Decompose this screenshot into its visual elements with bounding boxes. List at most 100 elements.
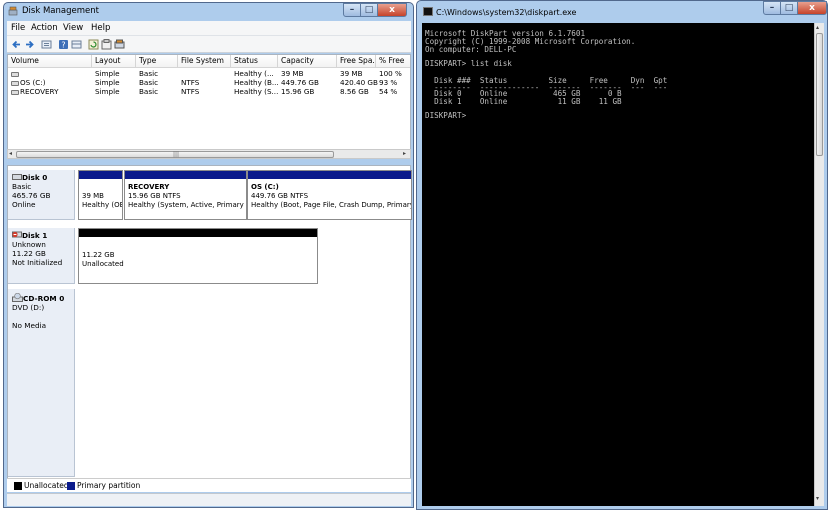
table-row[interactable]: Simple Basic Healthy (... 39 MB 39 MB 10… — [8, 69, 410, 78]
minimize-button[interactable]: – — [763, 1, 781, 15]
partition-name: OS (C:) — [251, 183, 279, 191]
free-space-cell: 8.56 GB — [340, 87, 369, 96]
disk-state: No Media — [12, 321, 47, 330]
menu-action[interactable]: Action — [31, 23, 58, 33]
file-system-cell: NTFS — [181, 87, 200, 96]
volume-cell: RECOVERY — [8, 87, 92, 96]
disk-name: CD-ROM 0 — [8, 292, 74, 303]
disk-kind: Basic — [12, 182, 32, 191]
vertical-scrollbar[interactable]: ▴ ▾ — [814, 23, 824, 506]
diskpart-console-window: C:\Windows\system32\diskpart.exe – □ x M… — [416, 0, 828, 510]
forward-icon[interactable] — [24, 39, 35, 50]
partition-status: Unallocated — [82, 260, 124, 268]
type-cell: Basic — [139, 78, 159, 87]
cdrom-0-label[interactable]: CD-ROM 0 DVD (D:) No Media — [8, 289, 75, 477]
uninitialized-disk-icon — [12, 231, 22, 238]
partition-size: 39 MB — [82, 192, 104, 200]
scrollbar-thumb[interactable]: ||| — [16, 151, 334, 158]
partition-status: Healthy (System, Active, Primary Pa — [128, 201, 247, 209]
properties-icon[interactable] — [41, 39, 52, 50]
layout-cell: Simple — [95, 69, 120, 78]
free-space-cell: 420.40 GB — [340, 78, 378, 87]
volume-list: Volume Layout Type File System Status Ca… — [7, 54, 411, 150]
disk-name: Disk 1 — [8, 231, 74, 240]
column-status[interactable]: Status — [231, 55, 278, 67]
layout-cell: Simple — [95, 87, 120, 96]
title-bar[interactable]: Disk Management – □ x — [4, 3, 413, 19]
column-percent-free[interactable]: % Free — [376, 55, 410, 67]
partition-os-c[interactable]: OS (C:) 449.76 GB NTFS Healthy (Boot, Pa… — [247, 170, 412, 220]
partition-status: Healthy (OE — [82, 201, 123, 209]
menu-view[interactable]: View — [63, 23, 83, 33]
maximize-button[interactable]: □ — [360, 3, 378, 17]
table-row[interactable]: RECOVERY Simple Basic NTFS Healthy (S...… — [8, 87, 410, 96]
disk-0-label[interactable]: Disk 0 Basic 465.76 GB Online — [8, 170, 75, 220]
column-volume[interactable]: Volume — [8, 55, 92, 67]
volume-name: OS (C:) — [20, 78, 46, 87]
window-title: C:\Windows\system32\diskpart.exe — [436, 8, 577, 17]
close-button[interactable]: x — [377, 3, 407, 17]
console-output[interactable]: Microsoft DiskPart version 6.1.7601 Copy… — [422, 23, 814, 506]
scroll-up-icon[interactable]: ▴ — [816, 24, 819, 31]
disk-name: Disk 0 — [8, 173, 74, 182]
back-icon[interactable] — [11, 39, 22, 50]
disk-management-window: Disk Management – □ x File Action View H… — [3, 2, 414, 508]
disk-kind: DVD (D:) — [12, 303, 45, 312]
console-icon — [423, 7, 433, 16]
volume-icon — [11, 81, 19, 86]
scrollbar-thumb[interactable] — [816, 33, 823, 156]
legend-primary-partition: Primary partition — [77, 481, 141, 490]
disk-0-row: Disk 0 Basic 465.76 GB Online 39 MB Heal… — [8, 170, 412, 220]
disk-name-text: Disk 1 — [22, 231, 48, 240]
disk-icon[interactable] — [114, 39, 125, 50]
column-type[interactable]: Type — [136, 55, 178, 67]
legend-unallocated: Unallocated — [24, 481, 69, 490]
console-prompt: DISKPART> — [425, 111, 471, 120]
disk-state: Online — [12, 200, 36, 209]
window-title: Disk Management — [22, 6, 99, 16]
table-row[interactable]: OS (C:) Simple Basic NTFS Healthy (B... … — [8, 78, 410, 87]
disk-size: 465.76 GB — [12, 191, 51, 200]
scroll-left-icon[interactable]: ◂ — [9, 150, 12, 158]
layout-cell: Simple — [95, 78, 120, 87]
refresh-icon[interactable] — [88, 39, 99, 50]
menu-help[interactable]: Help — [91, 23, 110, 33]
unallocated-bar — [79, 229, 317, 237]
console-disk-1-line: Disk 1 Online 11 GB 11 GB — [425, 97, 622, 106]
menu-file[interactable]: File — [11, 23, 25, 33]
status-cell: Healthy (... — [234, 69, 274, 78]
scroll-down-icon[interactable]: ▾ — [816, 495, 819, 502]
scroll-right-icon[interactable]: ▸ — [403, 150, 406, 158]
grip-icon: ||| — [173, 151, 180, 158]
help-icon[interactable]: ? — [58, 39, 69, 50]
disk-name-text: CD-ROM 0 — [23, 294, 65, 303]
list-view-icon[interactable] — [71, 39, 82, 50]
toolbar: ? — [7, 36, 411, 53]
disk-1-label[interactable]: Disk 1 Unknown 11.22 GB Not Initialized — [8, 228, 75, 284]
hard-disk-icon — [12, 174, 22, 180]
maximize-button[interactable]: □ — [780, 1, 798, 15]
disk-name-text: Disk 0 — [22, 173, 48, 182]
minimize-button[interactable]: – — [343, 3, 361, 17]
cd-drive-icon — [12, 292, 23, 302]
status-cell: Healthy (S... — [234, 87, 279, 96]
settings-icon[interactable] — [101, 39, 112, 50]
primary-partition-bar — [248, 171, 411, 179]
status-cell: Healthy (B... — [234, 78, 279, 87]
disk-size: 11.22 GB — [12, 249, 46, 258]
primary-partition-bar — [79, 171, 122, 179]
partition-size: 15.96 GB NTFS — [128, 192, 181, 200]
partition-oem[interactable]: 39 MB Healthy (OE — [78, 170, 123, 220]
column-capacity[interactable]: Capacity — [278, 55, 337, 67]
horizontal-scrollbar[interactable]: ◂ ||| ▸ — [7, 149, 411, 159]
column-layout[interactable]: Layout — [92, 55, 136, 67]
partition-recovery[interactable]: RECOVERY 15.96 GB NTFS Healthy (System, … — [124, 170, 247, 220]
percent-free-cell: 54 % — [379, 87, 398, 96]
volume-cell: OS (C:) — [8, 78, 92, 87]
partition-unallocated[interactable]: 11.22 GB Unallocated — [78, 228, 318, 284]
column-file-system[interactable]: File System — [178, 55, 231, 67]
column-free-space[interactable]: Free Spa... — [337, 55, 376, 67]
partition-status: Healthy (Boot, Page File, Crash Dump, Pr… — [251, 201, 412, 209]
close-button[interactable]: x — [797, 1, 827, 15]
